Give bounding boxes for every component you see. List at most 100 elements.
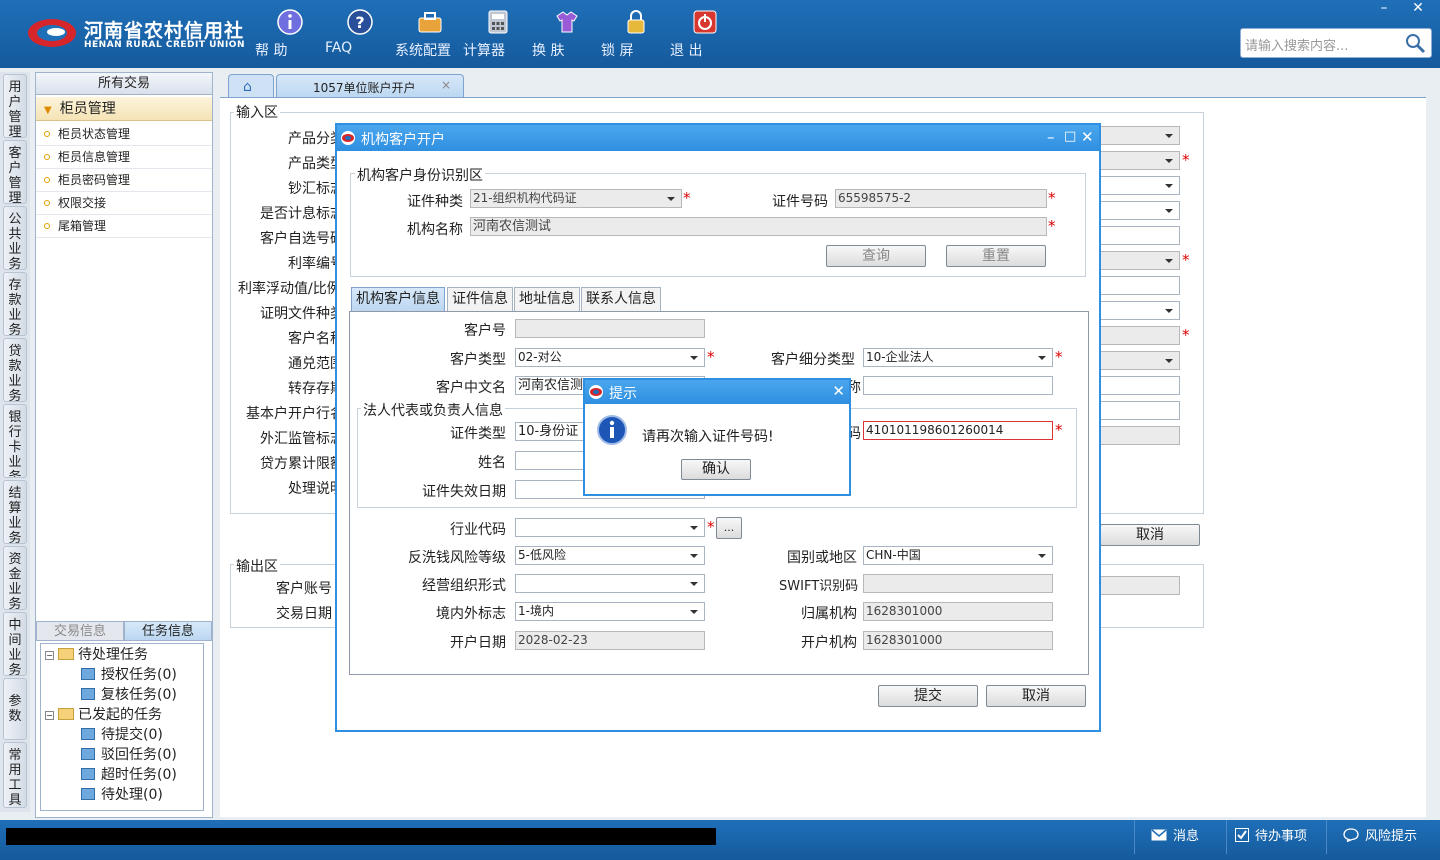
id-type-select[interactable]: 21-组织机构代码证 <box>470 189 682 208</box>
dialog-close-button[interactable]: ✕ <box>1081 128 1094 146</box>
all-transactions-header[interactable]: 所有交易 <box>36 73 212 95</box>
confirm-button[interactable]: 确认 <box>681 459 751 480</box>
query-button[interactable]: 查询 <box>826 245 926 267</box>
dialog-minimize-button[interactable]: – <box>1047 128 1055 146</box>
app-icon <box>589 385 603 399</box>
vnav-public-business[interactable]: 公共业务 <box>3 206 27 270</box>
search-box[interactable]: 请输入搜索内容... <box>1240 28 1432 58</box>
fx-flag-input[interactable] <box>1100 426 1180 445</box>
close-window-button[interactable]: ✕ <box>1406 0 1430 16</box>
vnav-card-business[interactable]: 银行卡业务 <box>3 404 27 478</box>
faq-button[interactable]: ? FAQ <box>325 8 395 56</box>
aml-risk-select[interactable]: 5-低风险 <box>515 546 705 565</box>
menu-item-permission-handover[interactable]: 权限交接 <box>36 192 212 215</box>
interest-flag-select[interactable] <box>1100 201 1180 220</box>
open-date-input[interactable]: 2028-02-23 <box>515 631 705 650</box>
open-org-input[interactable]: 1628301000 <box>863 631 1053 650</box>
vnav-fund-business[interactable]: 资金业务 <box>3 546 27 610</box>
exchange-scope-select[interactable] <box>1100 351 1180 370</box>
product-type-select[interactable] <box>1100 151 1180 170</box>
system-config-button[interactable]: 系统配置 <box>395 8 465 59</box>
menu-item-tail-box[interactable]: 尾箱管理 <box>36 215 212 238</box>
lock-screen-button[interactable]: 锁 屏 <box>601 8 671 59</box>
industry-lookup-button[interactable]: ... <box>716 517 742 539</box>
submit-button[interactable]: 提交 <box>878 685 978 707</box>
belong-org-input[interactable]: 1628301000 <box>863 602 1053 621</box>
logo: 河南省农村信用社 HENAN RURAL CREDIT UNION <box>26 12 245 56</box>
custom-number-input[interactable] <box>1100 226 1180 245</box>
tab-org-customer-info[interactable]: 机构客户信息 <box>351 287 445 311</box>
customer-type-select[interactable]: 02-对公 <box>515 348 705 367</box>
vnav-intermediate-business[interactable]: 中间业务 <box>3 612 27 676</box>
vnav-deposit-business[interactable]: 存款业务 <box>3 272 27 336</box>
rate-float-input[interactable] <box>1100 276 1180 295</box>
rate-number-select[interactable] <box>1100 251 1180 270</box>
industry-code-select[interactable] <box>515 518 705 537</box>
vnav-parameters[interactable]: 参数 <box>3 678 27 740</box>
org-name-input[interactable]: 河南农信测试 <box>470 217 1047 236</box>
prompt-close-button[interactable]: ✕ <box>832 382 845 400</box>
dialog-maximize-button[interactable]: □ <box>1064 129 1076 144</box>
org-form-select[interactable] <box>515 574 705 593</box>
tab-contact-info[interactable]: 联系人信息 <box>581 287 661 311</box>
teller-management-group[interactable]: ▼ 柜员管理 <box>36 97 212 121</box>
basic-bank-input[interactable] <box>1100 401 1180 420</box>
country-select[interactable]: CHN-中国 <box>863 546 1053 565</box>
required-mark: * <box>1055 421 1063 439</box>
tab-transaction-info[interactable]: 交易信息 <box>36 621 124 641</box>
tree-node[interactable]: 待处理(0) <box>81 786 163 804</box>
proof-doc-select[interactable] <box>1100 301 1180 320</box>
tab-certificate-info[interactable]: 证件信息 <box>447 287 513 311</box>
vnav-user-management[interactable]: 用户管理 <box>3 74 27 138</box>
reset-button[interactable]: 重置 <box>946 245 1046 267</box>
dialog-titlebar[interactable]: 机构客户开户 – □ ✕ <box>337 125 1099 151</box>
tree-node[interactable]: 授权任务(0) <box>81 666 177 684</box>
vnav-loan-business[interactable]: 贷款业务 <box>3 338 27 402</box>
tree-node[interactable]: 超时任务(0) <box>81 766 177 784</box>
id-number-input[interactable]: 65598575-2 <box>835 189 1047 208</box>
term-input[interactable] <box>1100 376 1180 395</box>
customer-en-name-input[interactable] <box>863 376 1053 395</box>
todo-button[interactable]: 待办事项 <box>1226 820 1326 854</box>
search-icon[interactable] <box>1403 32 1427 54</box>
risk-alert-button[interactable]: 风险提示 <box>1326 820 1436 854</box>
tree-node[interactable]: 复核任务(0) <box>81 686 177 704</box>
vnav-customer-management[interactable]: 客户管理 <box>3 140 27 204</box>
cancel-button[interactable]: 取消 <box>1100 524 1200 546</box>
tree-node[interactable]: − 待处理任务 <box>45 646 148 664</box>
close-tab-icon[interactable]: × <box>441 78 451 92</box>
tab-unit-account-open[interactable]: 1057单位账户开户 × <box>276 74 464 98</box>
menu-item-teller-info[interactable]: 柜员信息管理 <box>36 146 212 169</box>
customer-name-input[interactable] <box>1100 326 1180 345</box>
legal-id-number-input[interactable]: 410101198601260014 <box>863 421 1053 440</box>
swift-input[interactable] <box>863 574 1053 593</box>
customer-subtype-select[interactable]: 10-企业法人 <box>863 348 1053 367</box>
skin-button[interactable]: 换 肤 <box>532 8 602 59</box>
minimize-button[interactable]: – <box>1372 0 1396 16</box>
exit-button[interactable]: 退 出 <box>670 8 740 59</box>
vnav-settlement-business[interactable]: 结算业务 <box>3 480 27 544</box>
calculator-button[interactable]: 计算器 <box>463 8 533 59</box>
menu-item-teller-password[interactable]: 柜员密码管理 <box>36 169 212 192</box>
domestic-flag-select[interactable]: 1-境内 <box>515 602 705 621</box>
product-category-select[interactable] <box>1100 126 1180 145</box>
tab-task-info[interactable]: 任务信息 <box>124 621 212 641</box>
tab-home[interactable]: ⌂ <box>228 74 274 98</box>
tree-node[interactable]: 驳回任务(0) <box>81 746 177 764</box>
tree-node[interactable]: 待提交(0) <box>81 726 163 744</box>
vnav-common-tools[interactable]: 常用工具 <box>3 742 27 808</box>
tree-node[interactable]: − 已发起的任务 <box>45 706 162 724</box>
menu-item-teller-status[interactable]: 柜员状态管理 <box>36 123 212 146</box>
help-button[interactable]: 帮 助 <box>255 8 325 59</box>
dialog-cancel-button[interactable]: 取消 <box>986 685 1086 707</box>
collapse-icon[interactable]: − <box>45 651 54 660</box>
required-mark: * <box>683 189 691 207</box>
prompt-titlebar[interactable]: 提示 ✕ <box>585 380 849 404</box>
tab-address-info[interactable]: 地址信息 <box>514 287 580 311</box>
bullet-icon <box>44 131 50 137</box>
cash-remit-select[interactable] <box>1100 176 1180 195</box>
messages-button[interactable]: 消息 <box>1134 820 1226 854</box>
search-input[interactable]: 请输入搜索内容... <box>1245 35 1348 54</box>
collapse-icon[interactable]: − <box>45 711 54 720</box>
customer-no-input[interactable] <box>515 319 705 338</box>
